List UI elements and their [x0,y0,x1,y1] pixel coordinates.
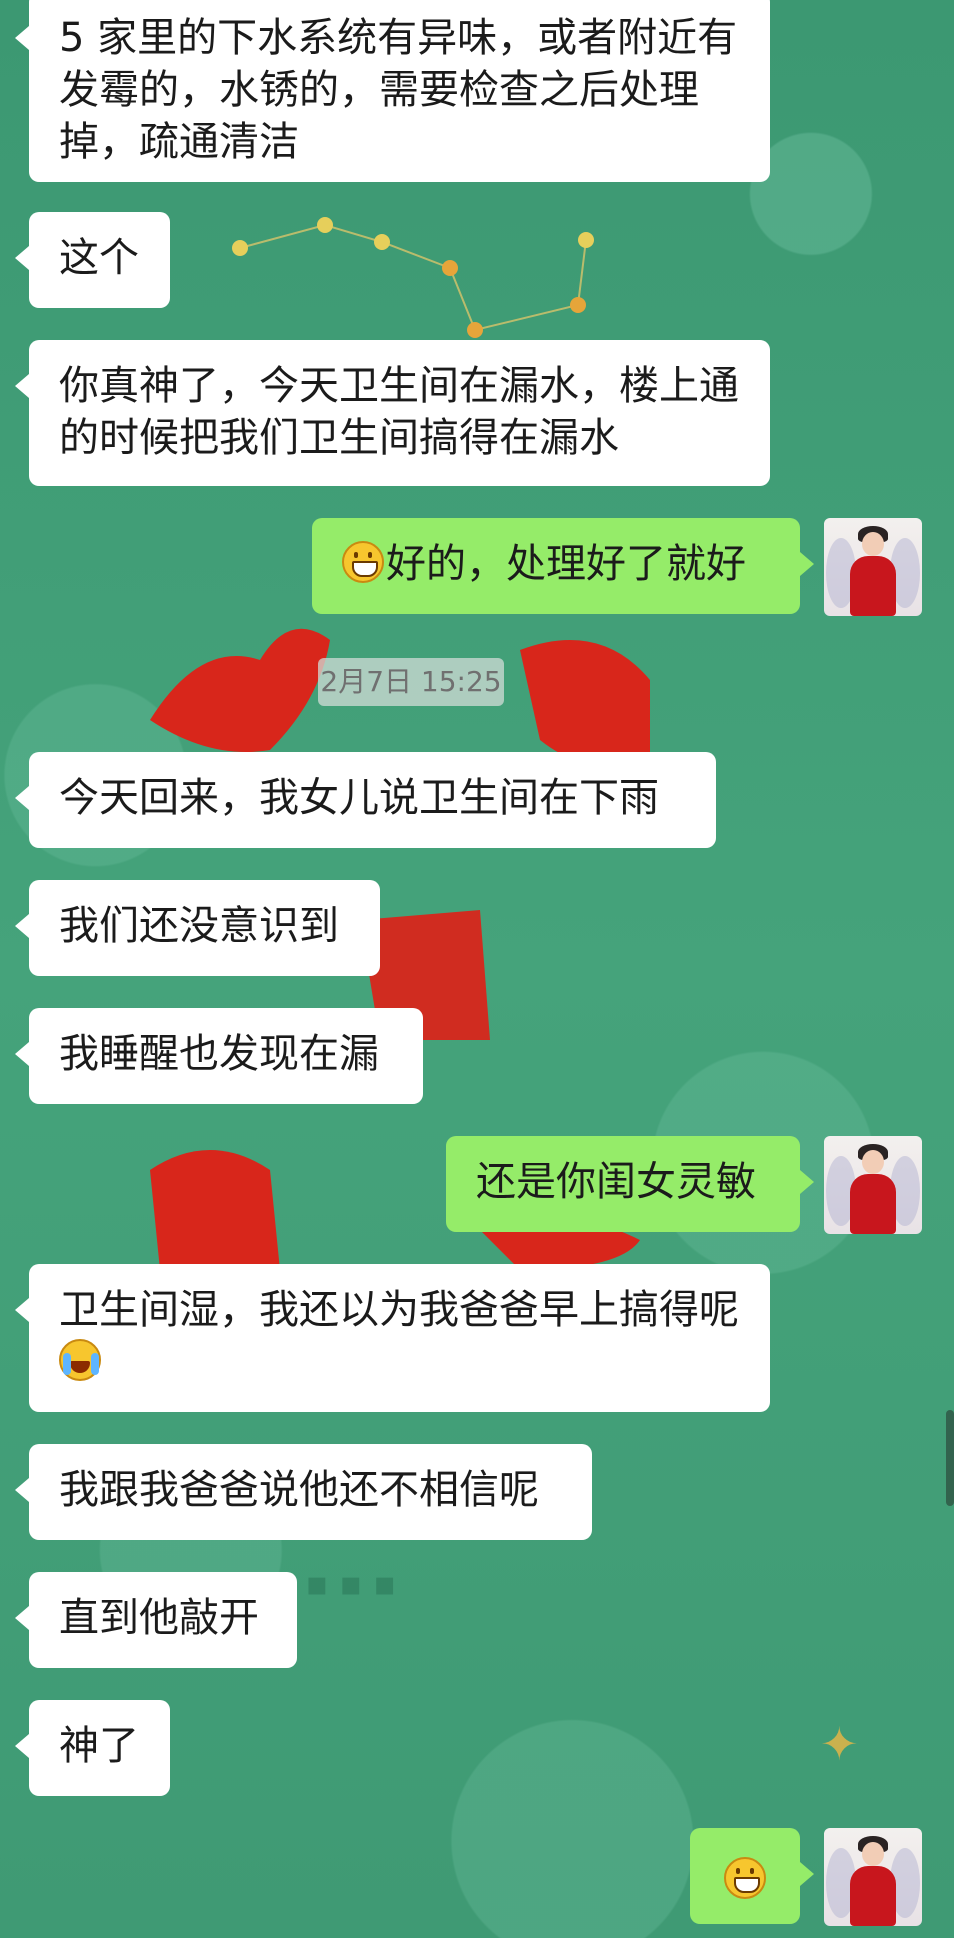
message-bubble-received[interactable]: 神了 [15,1700,170,1796]
avatar-face [862,1842,884,1866]
message-bubble-received[interactable]: 我们还没意识到 [15,880,380,976]
message-bubble-received[interactable]: 今天回来，我女儿说卫生间在下雨 [15,752,716,848]
avatar-dress [850,1866,896,1926]
message-text: 这个 [59,235,139,281]
message-timestamp: 2月7日 15:25 [318,658,504,706]
message-bubble-received[interactable]: 我跟我爸爸说他还不相信呢 [15,1444,592,1540]
avatar-face [862,532,884,556]
message-text: 好的，处理好了就好 [386,541,746,587]
message-text: 你真神了，今天卫生间在漏水，楼上通的时候把我们卫生间搞得在漏水 [59,363,739,461]
message-text: 卫生间湿，我还以为我爸爸早上搞得呢 [59,1287,739,1333]
message-bubble-sent[interactable]: 好的，处理好了就好 [312,518,814,614]
message-text: 神了 [59,1723,139,1769]
message-text: 我睡醒也发现在漏 [59,1031,379,1077]
avatar-dress [850,556,896,616]
message-bubble-received[interactable]: 直到他敲开 [15,1572,297,1668]
grin-emoji [724,1857,766,1899]
message-text: 还是你闺女灵敏 [476,1159,756,1205]
message-text: 今天回来，我女儿说卫生间在下雨 [59,775,659,821]
scrollbar-thumb[interactable] [946,1410,954,1506]
message-bubble-received[interactable]: 你真神了，今天卫生间在漏水，楼上通的时候把我们卫生间搞得在漏水 [15,340,770,486]
cry-emoji [59,1339,101,1381]
my-avatar[interactable] [824,1828,922,1926]
avatar-dress [850,1174,896,1234]
message-bubble-sent[interactable] [690,1828,814,1924]
message-text: 直到他敲开 [59,1595,259,1641]
my-avatar[interactable] [824,1136,922,1234]
message-text: 我跟我爸爸说他还不相信呢 [59,1467,539,1513]
message-bubble-received[interactable]: 5 家里的下水系统有异味，或者附近有发霉的，水锈的，需要检查之后处理掉，疏通清洁 [15,0,770,182]
message-bubble-received[interactable]: 这个 [15,212,170,308]
message-text: 5 家里的下水系统有异味，或者附近有发霉的，水锈的，需要检查之后处理掉，疏通清洁 [59,15,738,165]
avatar-face [862,1150,884,1174]
message-text: 我们还没意识到 [59,903,339,949]
svg-text:✦: ✦ [820,1717,859,1771]
grin-emoji [342,541,384,583]
message-bubble-received[interactable]: 卫生间湿，我还以为我爸爸早上搞得呢 [15,1264,770,1412]
message-bubble-sent[interactable]: 还是你闺女灵敏 [446,1136,814,1232]
message-bubble-received[interactable]: 我睡醒也发现在漏 [15,1008,423,1104]
my-avatar[interactable] [824,518,922,616]
